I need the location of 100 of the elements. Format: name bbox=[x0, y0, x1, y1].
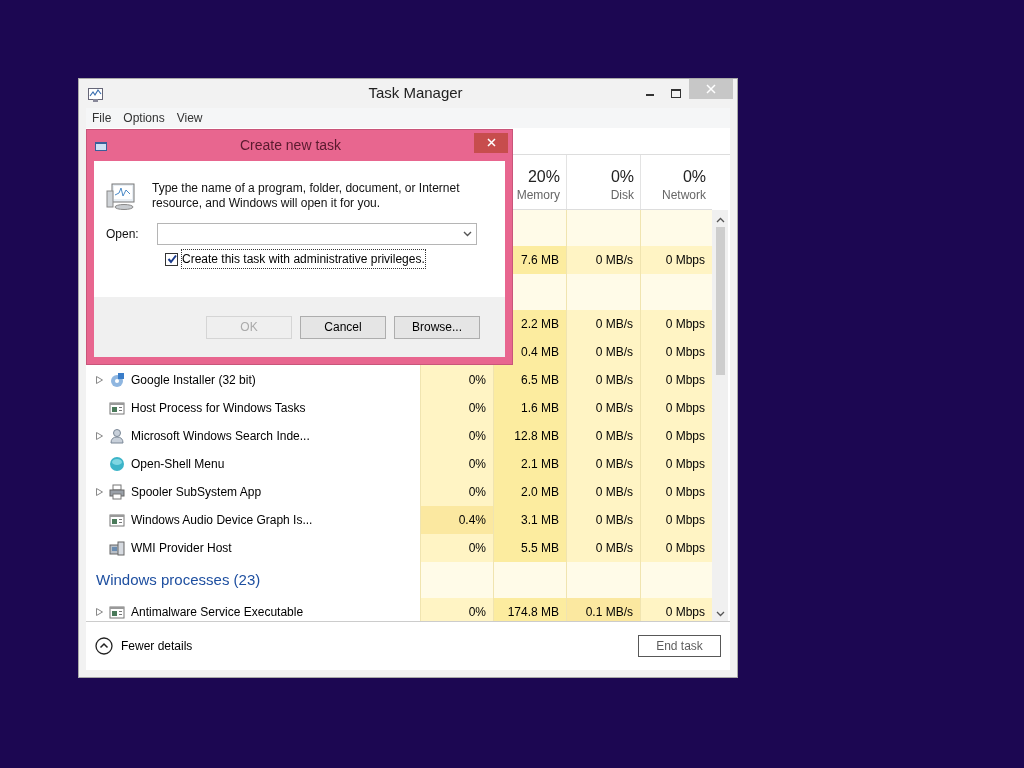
expand-icon[interactable] bbox=[96, 432, 103, 440]
disk-cell: 0.1 MB/s bbox=[566, 598, 640, 621]
memory-cell: 5.5 MB bbox=[493, 534, 566, 562]
process-name[interactable]: Open-Shell Menu bbox=[131, 450, 225, 478]
task-manager-icon bbox=[87, 85, 104, 102]
process-name[interactable]: Spooler SubSystem App bbox=[131, 478, 262, 506]
check-icon bbox=[166, 254, 177, 264]
group-header[interactable]: Windows processes (23) bbox=[86, 571, 261, 588]
memory-cell: 6.5 MB bbox=[493, 366, 566, 394]
column-header[interactable]: Disk bbox=[567, 187, 634, 203]
process-row-name[interactable]: Google Installer (32 bit) bbox=[86, 366, 420, 394]
close-icon bbox=[486, 138, 496, 147]
maximize-icon bbox=[671, 89, 681, 98]
checkbox[interactable] bbox=[165, 252, 178, 266]
menu-item[interactable]: View bbox=[170, 108, 209, 128]
disk-cell: 0 MB/s bbox=[566, 366, 640, 394]
cpu-cell: 0% bbox=[420, 478, 493, 506]
disk-cell: 0 MB/s bbox=[566, 534, 640, 562]
process-name[interactable]: Microsoft Windows Search Inde... bbox=[131, 422, 310, 450]
network-cell: 0 Mbps bbox=[640, 394, 712, 422]
dialog-message: Type the name of a program, folder, document, or Internet resource, and Windows will open it for you. bbox=[152, 181, 461, 211]
window-icon bbox=[109, 512, 125, 528]
cpu-cell: 0% bbox=[420, 450, 493, 478]
cpu-cell: 0% bbox=[420, 394, 493, 422]
memory-cell: 174.8 MB bbox=[493, 598, 566, 621]
disk-cell: 0 MB/s bbox=[566, 246, 640, 274]
dialog-button[interactable]: Cancel bbox=[300, 315, 386, 339]
checkbox-label[interactable]: Create this task with administrative privileges. bbox=[182, 250, 425, 268]
process-name[interactable]: Antimalware Service Executable bbox=[131, 598, 304, 621]
network-cell: 0 Mbps bbox=[640, 310, 712, 338]
process-row-name[interactable]: Antimalware Service Executable bbox=[86, 598, 420, 621]
open-field[interactable] bbox=[157, 223, 477, 245]
disk-cell: 0 MB/s bbox=[566, 394, 640, 422]
chevron-up-icon bbox=[95, 637, 113, 655]
network-cell: 0 Mbps bbox=[640, 450, 712, 478]
computer-icon bbox=[109, 540, 125, 556]
cpu-cell: 0% bbox=[420, 422, 493, 450]
column-percent: 0% bbox=[609, 167, 634, 187]
column-percent: 20% bbox=[526, 167, 560, 187]
dialog-title: Create new task bbox=[238, 136, 343, 155]
disk-cell: 0 MB/s bbox=[566, 478, 640, 506]
table-cell bbox=[640, 562, 712, 598]
disk-cell: 0 MB/s bbox=[566, 506, 640, 534]
network-cell: 0 Mbps bbox=[640, 338, 712, 366]
expand-icon[interactable] bbox=[96, 488, 103, 496]
memory-cell: 2.1 MB bbox=[493, 450, 566, 478]
close-button[interactable] bbox=[474, 132, 508, 153]
network-cell: 0 Mbps bbox=[640, 534, 712, 562]
globe-icon bbox=[109, 456, 125, 472]
process-row-name[interactable]: Windows Audio Device Graph Is... bbox=[86, 506, 420, 534]
table-cell bbox=[640, 210, 712, 246]
process-row-name[interactable]: Spooler SubSystem App bbox=[86, 478, 420, 506]
expand-icon[interactable] bbox=[96, 376, 103, 384]
memory-cell: 3.1 MB bbox=[493, 506, 566, 534]
expand-icon[interactable] bbox=[96, 608, 103, 616]
cpu-cell: 0% bbox=[420, 366, 493, 394]
process-name[interactable]: WMI Provider Host bbox=[131, 534, 232, 562]
monitor-graph-icon bbox=[106, 181, 136, 211]
scroll-up-icon[interactable] bbox=[715, 217, 725, 223]
network-cell: 0 Mbps bbox=[640, 366, 712, 394]
process-row-name[interactable]: WMI Provider Host bbox=[86, 534, 420, 562]
process-name[interactable]: Google Installer (32 bit) bbox=[131, 366, 256, 394]
run-icon bbox=[95, 140, 107, 151]
scrollbar-thumb[interactable] bbox=[715, 227, 725, 375]
process-row-name[interactable]: Open-Shell Menu bbox=[86, 450, 420, 478]
process-row-name[interactable]: Host Process for Windows Tasks bbox=[86, 394, 420, 422]
network-cell: 0 Mbps bbox=[640, 246, 712, 274]
window-icon bbox=[109, 400, 125, 416]
column-header[interactable]: Network bbox=[641, 187, 706, 203]
network-cell: 0 Mbps bbox=[640, 478, 712, 506]
process-row-name[interactable]: Microsoft Windows Search Inde... bbox=[86, 422, 420, 450]
disk-cell: 0 MB/s bbox=[566, 422, 640, 450]
table-cell bbox=[640, 274, 712, 310]
disk-cell: 0 MB/s bbox=[566, 310, 640, 338]
disk-cell: 0 MB/s bbox=[566, 338, 640, 366]
process-name[interactable]: Host Process for Windows Tasks bbox=[131, 394, 306, 422]
process-name[interactable]: Windows Audio Device Graph Is... bbox=[131, 506, 313, 534]
disk-cell: 0 MB/s bbox=[566, 450, 640, 478]
open-label: Open: bbox=[106, 226, 140, 243]
fewer-details-link[interactable]: Fewer details bbox=[95, 637, 193, 655]
cpu-cell: 0% bbox=[420, 534, 493, 562]
window-icon bbox=[109, 604, 125, 620]
dropdown-icon bbox=[463, 231, 472, 237]
installer-icon bbox=[109, 372, 125, 388]
menu-item[interactable]: Options bbox=[117, 108, 171, 128]
memory-cell: 1.6 MB bbox=[493, 394, 566, 422]
cpu-cell: 0.4% bbox=[420, 506, 493, 534]
memory-cell: 2.0 MB bbox=[493, 478, 566, 506]
scrollbar[interactable] bbox=[712, 210, 728, 621]
dialog-button[interactable]: Browse... bbox=[394, 315, 480, 339]
scroll-down-icon[interactable] bbox=[715, 611, 725, 617]
cpu-cell: 0% bbox=[420, 598, 493, 621]
network-cell: 0 Mbps bbox=[640, 422, 712, 450]
memory-cell: 12.8 MB bbox=[493, 422, 566, 450]
network-cell: 0 Mbps bbox=[640, 506, 712, 534]
printer-icon bbox=[109, 484, 125, 500]
window-title: Task Manager bbox=[367, 83, 464, 104]
user-icon bbox=[109, 428, 125, 444]
column-percent: 0% bbox=[681, 167, 706, 187]
menu-item[interactable]: File bbox=[86, 108, 118, 128]
